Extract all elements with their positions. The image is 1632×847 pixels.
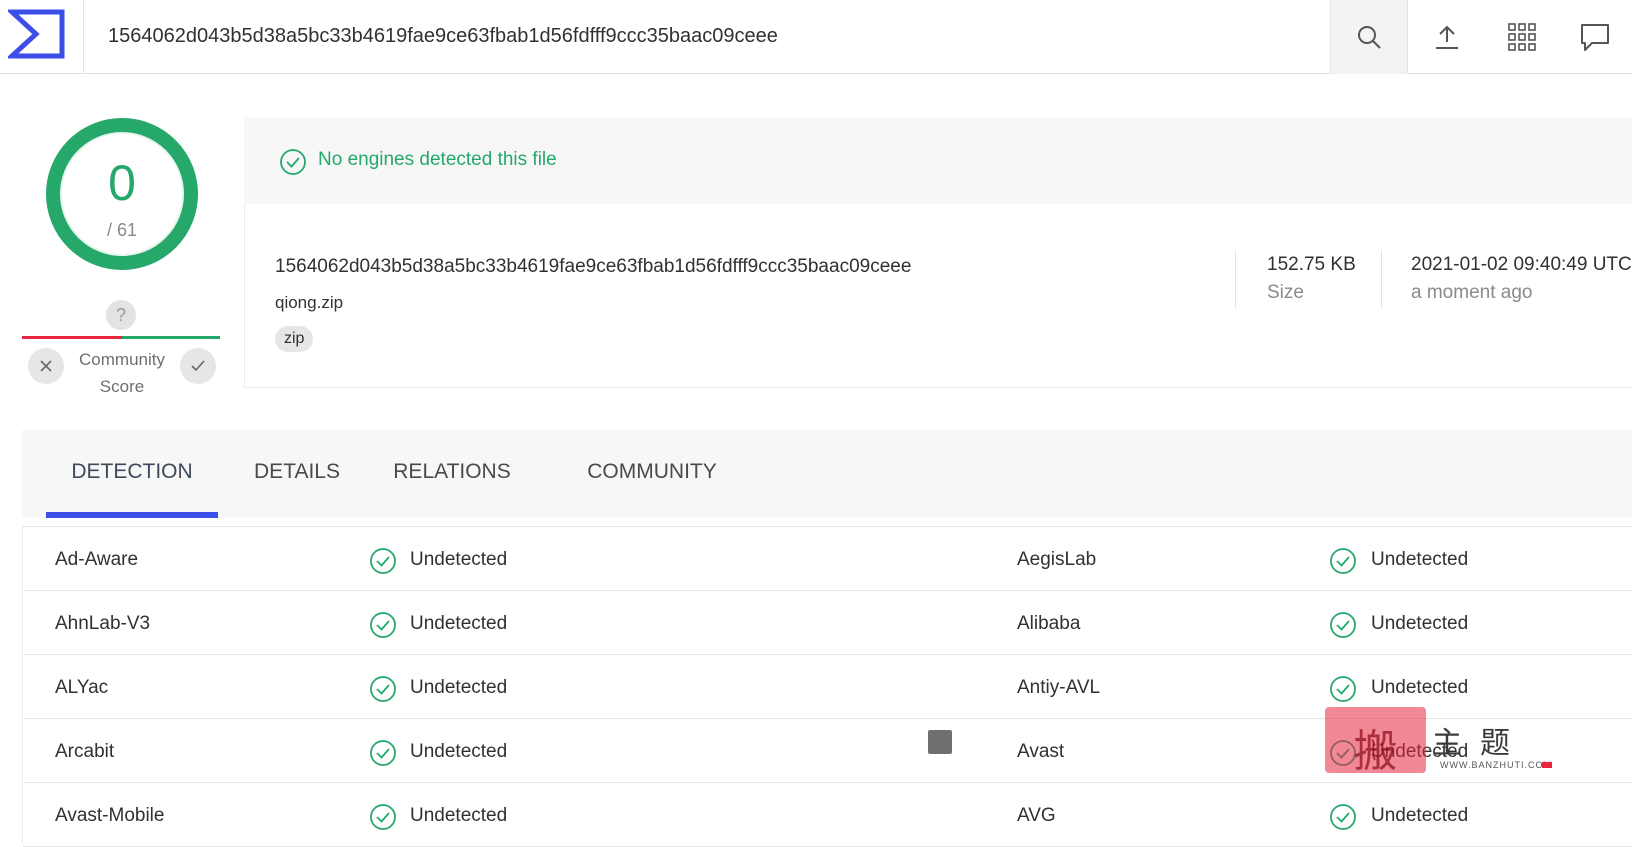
vote-harmless-button[interactable] (180, 348, 216, 384)
watermark-stamp: 搬 (1325, 707, 1426, 777)
engine-name: Avast (1017, 741, 1065, 762)
engine-result: Undetected (410, 549, 508, 570)
engine-result: Undetected (410, 613, 508, 634)
check-circle-icon (370, 804, 396, 830)
analysis-date-relative: a moment ago (1411, 282, 1533, 303)
tab-bar: DETECTION DETAILS RELATIONS COMMUNITY (22, 430, 1632, 518)
file-name: qiong.zip (275, 293, 344, 312)
check-circle-icon (1330, 612, 1356, 638)
tab-relations[interactable]: RELATIONS (372, 430, 532, 518)
engine-name: AVG (1017, 805, 1056, 826)
engine-name: Ad-Aware (55, 549, 139, 570)
detection-summary-text: No engines detected this file (318, 149, 557, 170)
close-icon (40, 360, 52, 372)
file-hash: 1564062d043b5d38a5bc33b4619fae9ce63fbab1… (275, 256, 912, 277)
apps-button[interactable] (1486, 0, 1558, 74)
apps-grid-icon (1508, 23, 1536, 51)
table-row: Ad-Aware Undetected AegisLab Undetected (23, 527, 1632, 591)
file-type-tag[interactable]: zip (275, 326, 314, 352)
chat-button[interactable] (1558, 0, 1632, 74)
check-circle-icon (370, 676, 396, 702)
analysis-date: 2021-01-02 09:40:49 UTC (1411, 254, 1632, 275)
check-circle-icon (1330, 548, 1356, 574)
engine-result: Undetected (410, 677, 508, 698)
engine-result: Undetected (410, 741, 508, 762)
community-bar-negative (22, 336, 122, 339)
engine-total: / 61 (106, 220, 138, 240)
divider (1235, 250, 1236, 308)
top-bar (0, 0, 1632, 74)
tab-community[interactable]: COMMUNITY (552, 430, 752, 518)
detection-summary-banner: No engines detected this file (244, 118, 1632, 204)
engine-result: Undetected (1371, 805, 1469, 826)
check-circle-icon (280, 149, 306, 175)
engine-name: ALYac (55, 677, 109, 698)
check-circle-icon (1330, 676, 1356, 702)
overlay-square (928, 730, 952, 754)
engine-result: Undetected (410, 805, 508, 826)
check-circle-icon (1330, 804, 1356, 830)
engine-result: Undetected (1371, 613, 1469, 634)
tab-details[interactable]: DETAILS (232, 430, 362, 518)
file-size: 152.75 KB (1267, 254, 1356, 275)
detection-score-gauge: 0 / 61 (46, 118, 198, 270)
checkmark-icon (191, 360, 205, 372)
tab-detection[interactable]: DETECTION (46, 430, 218, 518)
engine-name: AhnLab-V3 (55, 613, 151, 634)
detection-results-table: Ad-Aware Undetected AegisLab Undetected … (22, 526, 1632, 847)
engine-name: Arcabit (55, 741, 115, 762)
community-score-indicator: ? (106, 300, 136, 330)
file-info-card: 1564062d043b5d38a5bc33b4619fae9ce63fbab1… (244, 204, 1632, 388)
engine-result: Undetected (1371, 677, 1469, 698)
search-button[interactable] (1330, 0, 1408, 74)
search-icon (1358, 26, 1381, 49)
detection-count: 0 (108, 155, 136, 211)
check-circle-icon (370, 740, 396, 766)
table-row: AhnLab-V3 Undetected Alibaba Undetected (23, 591, 1632, 655)
upload-button[interactable] (1408, 0, 1486, 74)
community-score-label: Community Score (79, 350, 165, 396)
divider (1381, 250, 1382, 308)
engine-result: Undetected (1371, 549, 1469, 570)
engine-name: AegisLab (1017, 549, 1097, 570)
search-input[interactable] (92, 14, 1322, 58)
engine-name: Antiy-AVL (1017, 677, 1101, 698)
watermark-text: 主题 (1432, 726, 1528, 761)
watermark-url: WWW.BANZHUTI.COM (1440, 760, 1552, 770)
community-bar-positive (122, 336, 220, 339)
virustotal-logo[interactable] (0, 0, 84, 74)
file-size-label: Size (1267, 282, 1304, 303)
check-circle-icon (370, 612, 396, 638)
engine-name: Alibaba (1017, 613, 1081, 634)
engine-name: Avast-Mobile (55, 805, 165, 826)
upload-icon (1436, 25, 1458, 49)
check-circle-icon (370, 548, 396, 574)
table-row: Avast-Mobile Undetected AVG Undetected (23, 783, 1632, 847)
vote-malicious-button[interactable] (28, 348, 64, 384)
active-tab-indicator (46, 512, 218, 518)
watermark-dot (1542, 762, 1552, 768)
chat-icon (1581, 24, 1609, 51)
